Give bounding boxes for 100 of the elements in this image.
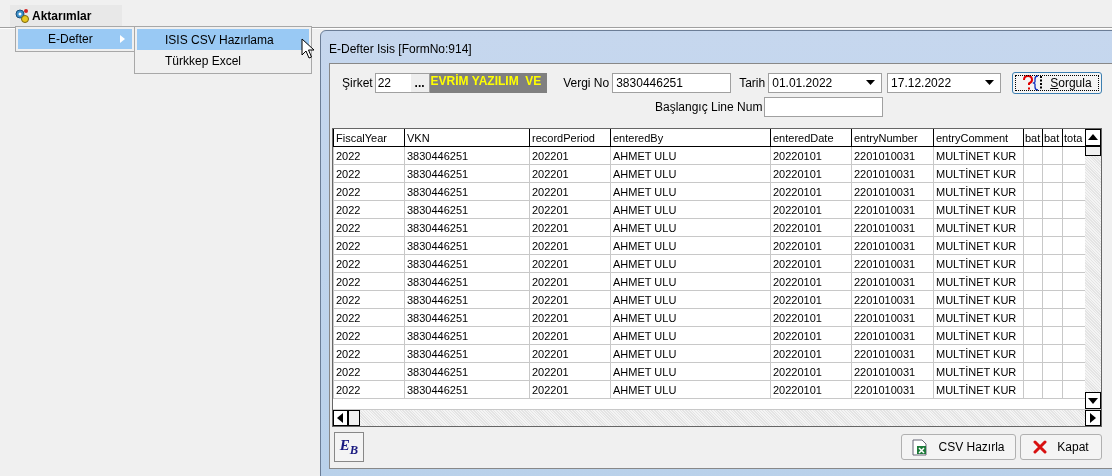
table-cell: 2201010031 [851,164,934,183]
table-cell: 20220101 [770,200,852,219]
table-cell: 202201 [529,200,611,219]
close-button[interactable]: Kapat [1020,434,1102,460]
table-cell: 3830446251 [404,308,530,327]
column-header[interactable]: enteredBy [610,129,771,147]
table-cell: AHMET ULU [610,218,771,237]
table-cell: 2022 [333,344,405,363]
table-cell: 3830446251 [404,182,530,201]
scroll-right-icon[interactable] [1085,410,1101,426]
table-cell: 2201010031 [851,200,934,219]
table-cell: 2022 [333,236,405,255]
table-cell: MULTİNET KUR [933,272,1024,291]
csv-export-button[interactable]: CSV Hazırla [901,434,1016,460]
column-header[interactable]: recordPeriod [529,129,611,147]
horizontal-scrollbar[interactable] [333,409,1101,426]
column-header[interactable]: enteredDate [770,129,852,147]
mouse-cursor-icon [301,38,315,60]
date-dropdown[interactable]: 01.01.2022 [768,72,883,93]
table-cell: 20220101 [770,380,852,399]
table-cell: 20220101 [770,146,852,165]
scrollbar-thumb[interactable] [1085,146,1101,156]
window-title: E-Defter Isis [FormNo:914] [329,41,473,58]
table-cell: 2201010031 [851,326,934,345]
table-cell: 202201 [529,290,611,309]
table-cell: 2201010031 [851,236,934,255]
table-cell: 2201010031 [851,344,934,363]
table-cell: MULTİNET KUR [933,254,1024,273]
table-cell: 2201010031 [851,362,934,381]
table-cell: 20220101 [770,308,852,327]
table-cell: 202201 [529,146,611,165]
table-cell: AHMET ULU [610,182,771,201]
table-cell: 2022 [333,362,405,381]
logo-button[interactable]: E$_{B}$ [334,432,364,462]
table-cell: 202201 [529,362,611,381]
table-cell: 2022 [333,380,405,399]
column-header[interactable]: bat [1023,129,1043,147]
menu-item[interactable]: Aktarımlar [10,8,96,24]
column-header[interactable]: entryComment [933,129,1024,147]
table-cell: 2022 [333,290,405,309]
table-cell: 3830446251 [404,272,530,291]
table-cell: MULTİNET KUR [933,362,1024,381]
table-cell: 202201 [529,236,611,255]
column-header[interactable]: FiscalYear [333,129,405,147]
table-cell: AHMET ULU [610,380,771,399]
table-cell: AHMET ULU [610,164,771,183]
scroll-up-icon[interactable] [1085,129,1101,146]
table-cell: 2201010031 [851,182,934,201]
table-cell: 2201010031 [851,254,934,273]
table-cell: 20220101 [770,326,852,345]
table-cell: MULTİNET KUR [933,380,1024,399]
table-cell: MULTİNET KUR [933,236,1024,255]
menu-item[interactable]: ISIS CSV Hazırlama [137,29,309,50]
submenu-arrow-icon [120,35,126,43]
column-header[interactable]: entryNumber [851,129,934,147]
table-cell: 20220101 [770,164,852,183]
spreadsheet-icon [912,438,929,456]
field-label: Şirket [342,75,373,90]
start-line-field[interactable] [764,96,884,117]
table-cell: MULTİNET KUR [933,200,1024,219]
table-cell: AHMET ULU [610,236,771,255]
table-cell: AHMET ULU [610,254,771,273]
scroll-left-icon[interactable] [333,410,348,426]
company-code-field[interactable]: 22 ... [374,72,430,93]
table-cell: 202201 [529,254,611,273]
table-cell: 3830446251 [404,254,530,273]
table-cell: 202201 [529,380,611,399]
scroll-down-icon[interactable] [1085,392,1101,409]
table-cell: 2022 [333,272,405,291]
menu-item[interactable]: Türkkep Excel [137,50,309,71]
scrollbar-thumb[interactable] [348,410,360,426]
table-cell: AHMET ULU [610,326,771,345]
table-cell: MULTİNET KUR [933,326,1024,345]
column-header[interactable]: VKN [404,129,530,147]
table-cell: 3830446251 [404,326,530,345]
date-dropdown[interactable]: 17.12.2022 [887,72,1001,93]
table-cell: 2022 [333,182,405,201]
table-cell: 202201 [529,326,611,345]
table-cell: 202201 [529,218,611,237]
dropdown-arrow-icon [984,80,994,85]
table-cell: 2201010031 [851,308,934,327]
table-cell: 3830446251 [404,290,530,309]
table-cell: 3830446251 [404,164,530,183]
table-cell: 2022 [333,326,405,345]
field-label: Vergi No [563,75,610,90]
table-cell: 20220101 [770,290,852,309]
table-cell: AHMET ULU [610,362,771,381]
table-cell: MULTİNET KUR [933,308,1024,327]
table-cell: AHMET ULU [610,344,771,363]
query-button[interactable]: Sorgula [1011,71,1102,94]
tax-number-field[interactable]: 3830446251 [612,72,732,93]
column-header[interactable]: bat [1042,129,1063,147]
table-cell: 2201010031 [851,290,934,309]
table-cell: 20220101 [770,362,852,381]
vertical-scrollbar[interactable] [1085,129,1101,409]
table-cell: AHMET ULU [610,200,771,219]
menu-item[interactable]: E-Defter [18,29,132,49]
table-cell: 202201 [529,308,611,327]
table-cell: MULTİNET KUR [933,146,1024,165]
browse-button[interactable]: ... [410,73,429,92]
